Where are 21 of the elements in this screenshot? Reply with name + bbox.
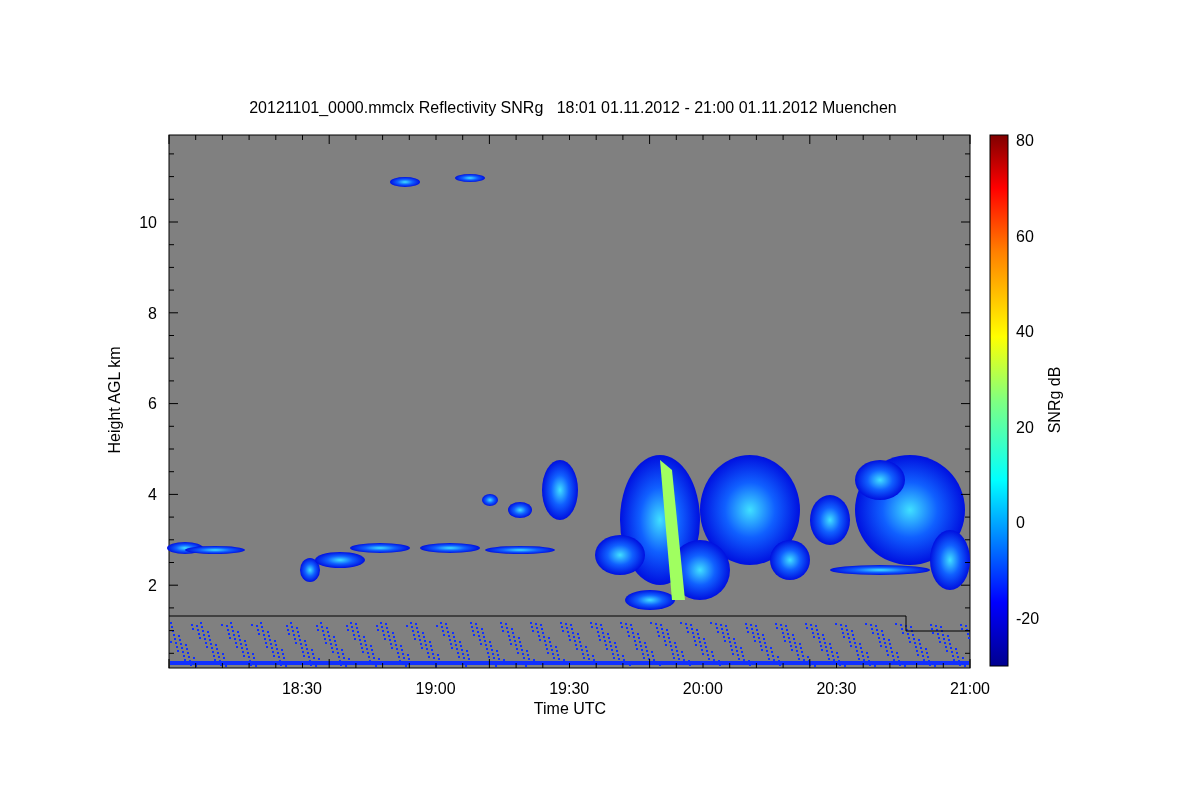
- colorbar-tick-label: 60: [1016, 227, 1034, 245]
- x-tick-label: 18:30: [282, 680, 322, 697]
- colorbar-tick-label: 80: [1016, 132, 1034, 149]
- x-tick-label: 21:00: [950, 680, 990, 697]
- colorbar-tick-label: -20: [1016, 610, 1040, 627]
- colorbar-tick-label: 20: [1016, 418, 1034, 436]
- y-axis-label: Height AGL km: [106, 346, 123, 454]
- colorbar-tick-label: 40: [1016, 323, 1034, 341]
- y-tick-label: 10: [139, 214, 157, 231]
- x-tick-label: 19:00: [415, 680, 456, 697]
- y-tick-label: 2: [148, 576, 157, 594]
- x-tick-label: 20:00: [682, 680, 723, 697]
- y-tick-label: 8: [148, 304, 157, 322]
- colorbar-tick-label: 0: [1016, 514, 1025, 532]
- x-axis-label: Time UTC: [533, 700, 607, 717]
- chart-title: 20121101_0000.mmclx Reflectivity SNRg 18:01 01.11.2012 - 21:00 01.11.2012 Muenchen: [249, 99, 897, 116]
- x-tick-label: 19:30: [549, 680, 590, 697]
- colorbar-label: SNRg dB: [1046, 366, 1063, 434]
- y-tick-label: 6: [148, 395, 157, 413]
- x-tick-label: 20:30: [816, 680, 857, 697]
- y-tick-label: 4: [148, 486, 157, 504]
